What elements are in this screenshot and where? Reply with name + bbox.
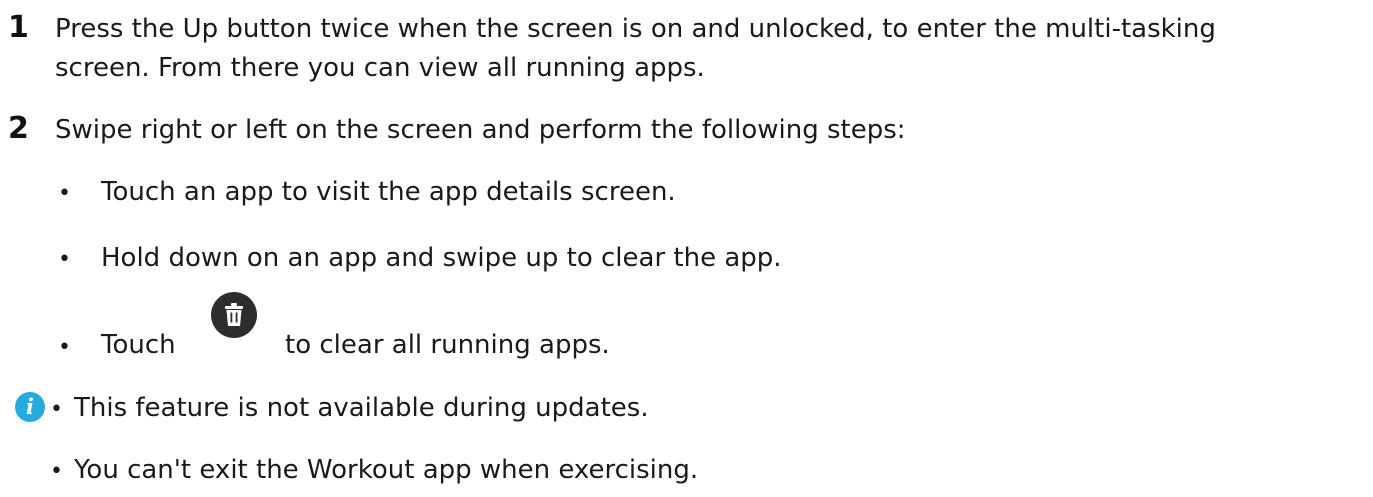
- bullet-text: Hold down on an app and swipe up to clea…: [101, 243, 782, 273]
- step-text-line: Press the Up button twice when the scree…: [55, 14, 1216, 44]
- note-text: This feature is not available during upd…: [74, 393, 649, 423]
- note-text: You can't exit the Workout app when exer…: [74, 455, 699, 485]
- bullet-marker: •: [58, 335, 71, 360]
- trash-icon: [211, 292, 257, 338]
- note-bullet-marker: •: [50, 459, 63, 484]
- step-number: 1: [8, 10, 29, 45]
- step-text-line: screen. From there you can view all runn…: [55, 53, 705, 83]
- bullet-text-before-icon: Touch: [101, 330, 176, 360]
- info-icon: i: [15, 392, 45, 422]
- bullet-text-after-icon: to clear all running apps.: [285, 330, 610, 360]
- bullet-text: Touch an app to visit the app details sc…: [101, 177, 676, 207]
- step-text-line: Swipe right or left on the screen and pe…: [55, 115, 906, 145]
- bullet-marker: •: [58, 247, 71, 272]
- note-bullet-marker: •: [50, 397, 63, 422]
- bullet-marker: •: [58, 181, 71, 206]
- step-number: 2: [8, 111, 29, 146]
